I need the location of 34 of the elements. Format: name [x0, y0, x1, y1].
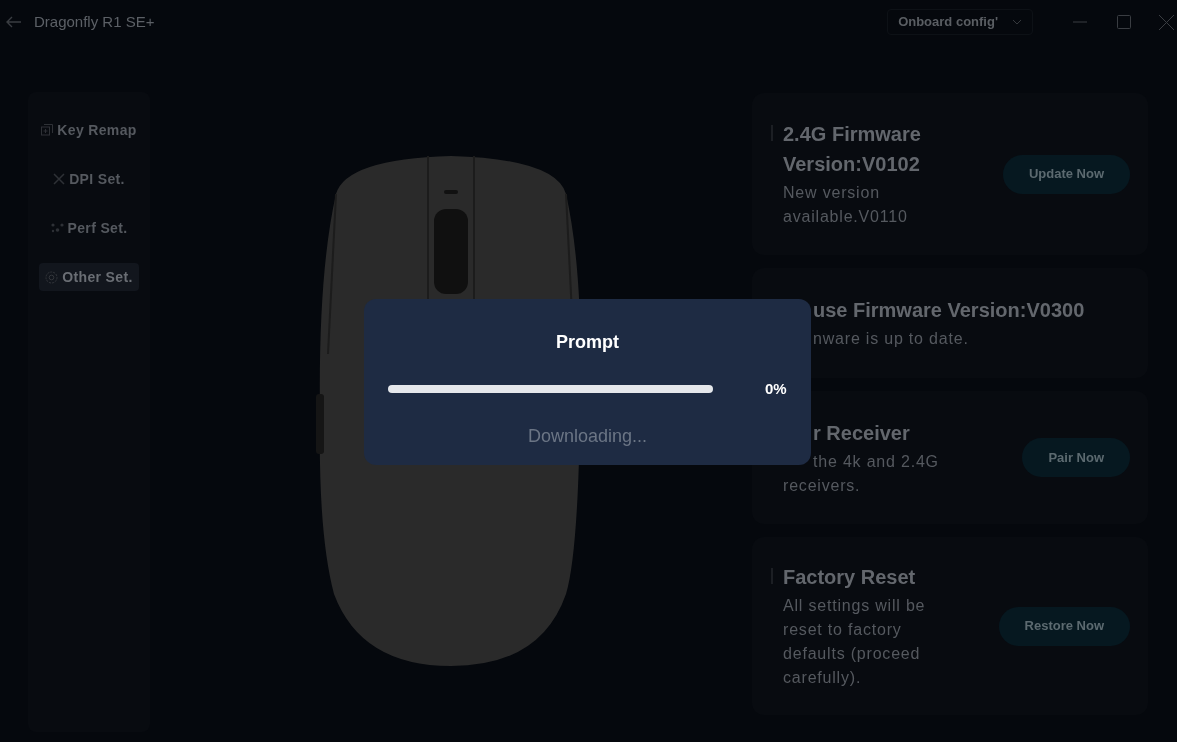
- card-description: defaults (proceed: [783, 644, 921, 664]
- back-arrow-icon[interactable]: [6, 16, 22, 28]
- card-title: use Firmware Version:V0300: [813, 298, 1085, 323]
- card-description: the 4k and 2.4G: [813, 451, 939, 472]
- card-description: available.V0110: [783, 207, 908, 227]
- cross-icon: [53, 173, 66, 185]
- card-description: receivers.: [783, 475, 861, 496]
- sidebar-item[interactable]: Key Remap: [35, 116, 143, 144]
- card-description: nware is up to date.: [813, 329, 969, 349]
- dots-icon: [50, 222, 64, 234]
- close-icon[interactable]: [1159, 14, 1174, 30]
- sidebar-item[interactable]: Perf Set.: [44, 214, 134, 242]
- action-button[interactable]: Restore Now: [998, 606, 1130, 646]
- gear-icon: [45, 270, 59, 284]
- card-title: Factory Reset: [783, 565, 916, 590]
- dialog-title: Prompt: [556, 331, 619, 354]
- chevron-down-icon: [1012, 19, 1022, 25]
- window-title: Dragonfly R1 SE+: [34, 11, 155, 32]
- config-dropdown[interactable]: Onboard config': [887, 9, 1033, 35]
- card-description: reset to factory: [783, 620, 902, 640]
- card-description: carefully).: [783, 668, 862, 688]
- card-description: New version: [783, 183, 880, 203]
- card-description: All settings will be: [783, 596, 926, 616]
- action-button[interactable]: Pair Now: [1022, 438, 1130, 477]
- card-title: Version:V0102: [783, 152, 920, 177]
- maximize-icon[interactable]: [1117, 15, 1131, 29]
- key-remap-icon: [41, 124, 54, 136]
- card-title: 2.4G Firmware: [783, 122, 921, 147]
- sidebar-item[interactable]: DPI Set.: [47, 165, 131, 193]
- sidebar-item[interactable]: Other Set.: [39, 263, 139, 291]
- progress-percent: 0%: [765, 379, 787, 399]
- status-message: Downloading...: [527, 424, 648, 448]
- card-title: r Receiver: [813, 420, 910, 446]
- action-button[interactable]: Update Now: [1002, 154, 1130, 194]
